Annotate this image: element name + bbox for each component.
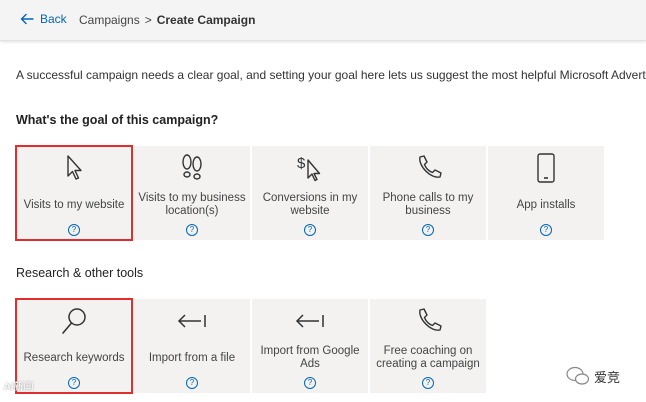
wechat-icon — [566, 366, 590, 385]
goal-label: Phone calls to my business — [382, 192, 474, 217]
tool-label: Import from a file — [148, 351, 236, 364]
watermark: 爱竞 — [566, 366, 620, 386]
goal-options: Visits to my website ? Visits to my busi… — [15, 145, 606, 241]
goal-tile-conversions[interactable]: $ Conversions in my website ? — [252, 146, 368, 240]
goal-tile-website-visits[interactable]: Visits to my website ? — [15, 145, 133, 241]
phone-icon — [419, 155, 442, 178]
import-arrow-icon — [177, 314, 206, 328]
breadcrumb-separator: > — [144, 13, 152, 27]
breadcrumb-campaigns[interactable]: Campaigns — [79, 13, 140, 27]
tool-options: Research keywords ? Import from a file ?… — [15, 298, 488, 394]
dollar-cursor-icon: $ — [297, 155, 321, 182]
help-icon[interactable]: ? — [68, 377, 80, 389]
help-icon[interactable]: ? — [186, 377, 198, 389]
goal-tile-location-visits[interactable]: Visits to my business location(s) ? — [134, 146, 250, 240]
tool-tile-import-google-ads[interactable]: Import from Google Ads ? — [252, 299, 368, 393]
tool-label: Research keywords — [23, 351, 125, 364]
help-icon[interactable]: ? — [304, 377, 316, 389]
footprints-icon — [182, 154, 202, 180]
search-icon — [62, 308, 86, 334]
top-bar: Back Campaigns > Create Campaign — [0, 0, 646, 41]
intro-text: A successful campaign needs a clear goal… — [16, 68, 646, 82]
tools-heading: Research & other tools — [16, 266, 144, 280]
watermark-left: AI新闻 — [4, 382, 34, 393]
help-icon[interactable]: ? — [422, 377, 434, 389]
goal-tile-app-installs[interactable]: App installs ? — [488, 146, 604, 240]
tool-tile-import-file[interactable]: Import from a file ? — [134, 299, 250, 393]
goal-label: Conversions in my website — [262, 192, 358, 217]
breadcrumb: Campaigns > Create Campaign — [79, 13, 255, 27]
import-arrow-icon — [295, 314, 324, 328]
help-icon[interactable]: ? — [68, 224, 80, 236]
back-arrow-icon — [20, 13, 34, 25]
svg-text:$: $ — [297, 155, 306, 172]
back-label: Back — [40, 12, 67, 26]
goal-heading: What's the goal of this campaign? — [16, 113, 219, 127]
help-icon[interactable]: ? — [540, 224, 552, 236]
tool-label: Free coaching on creating a campaign — [376, 345, 480, 370]
goal-label: Visits to my business location(s) — [138, 192, 246, 217]
help-icon[interactable]: ? — [422, 224, 434, 236]
goal-label: App installs — [516, 198, 576, 211]
tool-tile-free-coaching[interactable]: Free coaching on creating a campaign ? — [370, 299, 486, 393]
back-button[interactable]: Back — [20, 12, 67, 26]
goal-label: Visits to my website — [23, 198, 125, 211]
tool-label: Import from Google Ads — [260, 345, 360, 370]
phone-icon — [419, 308, 442, 331]
goal-tile-phone-calls[interactable]: Phone calls to my business ? — [370, 146, 486, 240]
help-icon[interactable]: ? — [186, 224, 198, 236]
cursor-icon — [67, 155, 82, 180]
breadcrumb-current: Create Campaign — [156, 13, 256, 27]
help-icon[interactable]: ? — [304, 224, 316, 236]
watermark-text: 爱竞 — [594, 369, 621, 385]
mobile-icon — [537, 153, 555, 183]
